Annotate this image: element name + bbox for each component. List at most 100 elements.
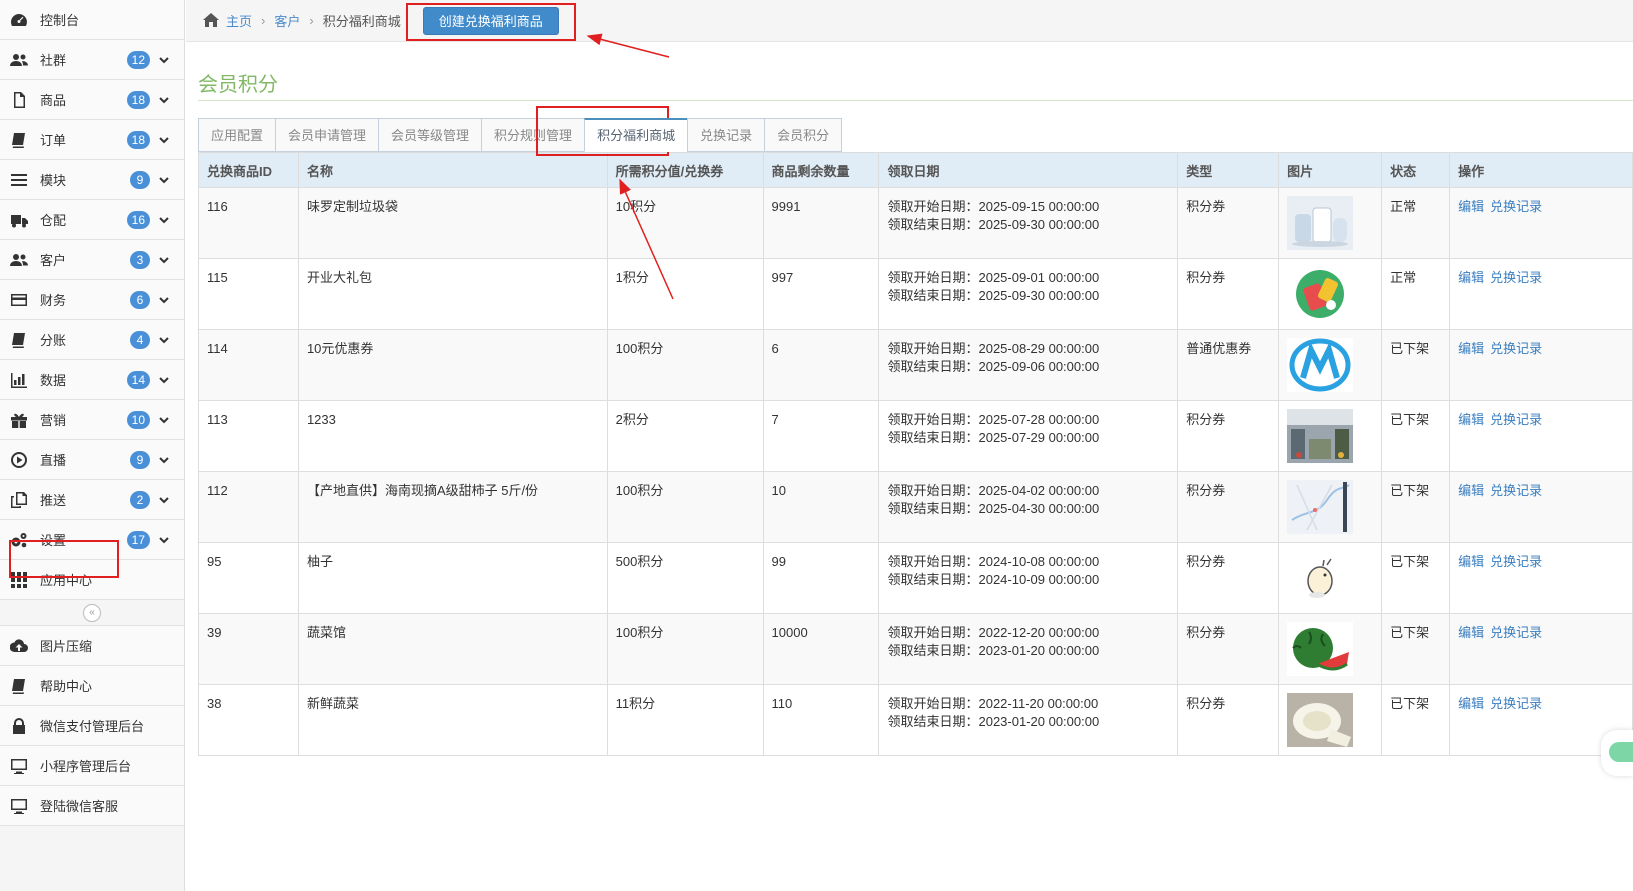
exchange-records-link[interactable]: 兑换记录 <box>1490 270 1542 285</box>
cell-dates: 领取开始日期：2025-09-01 00:00:00 领取结束日期：2025-09… <box>878 258 1179 330</box>
sidebar-item-extra-3[interactable]: 小程序管理后台 <box>0 746 184 786</box>
required-points: 10积分 <box>615 199 657 214</box>
sidebar-item-extra-2[interactable]: 微信支付管理后台 <box>0 706 184 746</box>
edit-link[interactable]: 编辑 <box>1458 341 1484 356</box>
column-header: 操作 <box>1449 152 1633 188</box>
sidebar-item-3[interactable]: 订单 18 <box>0 120 184 160</box>
truck-icon <box>8 211 30 229</box>
sidebar-item-7[interactable]: 财务 6 <box>0 280 184 320</box>
page-title: 会员积分 <box>198 74 278 96</box>
tab-4[interactable]: 积分福利商城 <box>584 118 688 152</box>
cell-actions: 编辑 兑换记录 <box>1449 258 1633 330</box>
product-type: 积分券 <box>1186 270 1226 285</box>
tab-5[interactable]: 兑换记录 <box>687 118 765 152</box>
cell-actions: 编辑 兑换记录 <box>1449 542 1633 614</box>
cell-type: 积分券 <box>1177 400 1280 472</box>
product-name: 味罗定制垃圾袋 <box>306 199 398 214</box>
sidebar-item-label: 帮助中心 <box>40 679 93 694</box>
exchange-records-link[interactable]: 兑换记录 <box>1490 199 1542 214</box>
sidebar-item-10[interactable]: 营销 10 <box>0 400 184 440</box>
tab-3[interactable]: 积分规则管理 <box>481 118 585 152</box>
edit-link[interactable]: 编辑 <box>1458 625 1484 640</box>
sidebar-item-6[interactable]: 客户 3 <box>0 240 184 280</box>
remaining-stock: 6 <box>771 341 779 356</box>
claim-end-date: 领取结束日期：2025-04-30 00:00:00 <box>887 501 1100 516</box>
sidebar-item-5[interactable]: 仓配 16 <box>0 200 184 240</box>
required-points: 11积分 <box>615 696 656 711</box>
cell-type: 积分券 <box>1177 613 1280 685</box>
count-badge: 6 <box>130 290 150 309</box>
product-type: 积分券 <box>1186 696 1226 711</box>
claim-end-date: 领取结束日期：2024-10-09 00:00:00 <box>887 572 1100 587</box>
cell-dates: 领取开始日期：2025-09-15 00:00:00 领取结束日期：2025-09… <box>878 187 1179 259</box>
cell-status: 已下架 <box>1381 542 1451 614</box>
count-badge: 18 <box>126 90 150 109</box>
exchange-records-link[interactable]: 兑换记录 <box>1490 625 1542 640</box>
floating-service-avatar[interactable] <box>1601 730 1633 776</box>
claim-start-date: 领取开始日期：2025-09-01 00:00:00 <box>887 270 1100 285</box>
exchange-records-link[interactable]: 兑换记录 <box>1490 696 1542 711</box>
count-badge: 10 <box>126 410 150 429</box>
chevron-down-icon <box>156 412 172 428</box>
sidebar-item-14[interactable]: 应用中心 <box>0 560 184 600</box>
product-table: 兑换商品ID 名称 所需积分值/兑换券 商品剩余数量 领取日期 类型 图片 状态 操作 116 味… <box>198 152 1633 756</box>
cell-status: 已下架 <box>1381 684 1451 756</box>
sidebar-item-13[interactable]: 设置 17 <box>0 520 184 560</box>
sidebar-item-extra-1[interactable]: 帮助中心 <box>0 666 184 706</box>
product-type: 普通优惠券 <box>1186 341 1252 356</box>
count-badge: 14 <box>126 370 150 389</box>
chevron-down-icon <box>156 252 172 268</box>
cell-name: 味罗定制垃圾袋 <box>297 187 608 259</box>
tab-0[interactable]: 应用配置 <box>198 118 276 152</box>
sidebar-item-extra-0[interactable]: 图片压缩 <box>0 626 184 666</box>
sidebar-item-1[interactable]: 社群 12 <box>0 40 184 80</box>
edit-link[interactable]: 编辑 <box>1458 696 1484 711</box>
sidebar-item-8[interactable]: 分账 4 <box>0 320 184 360</box>
breadcrumb-customer-link[interactable]: 客户 <box>274 11 300 30</box>
cell-stock: 110 <box>762 684 880 756</box>
sidebar-item-extra-4[interactable]: 登陆微信客服 <box>0 786 184 826</box>
edit-link[interactable]: 编辑 <box>1458 199 1484 214</box>
chevron-down-icon <box>156 492 172 508</box>
sidebar-item-label: 登陆微信客服 <box>40 799 119 814</box>
cell-points: 100积分 <box>606 471 764 543</box>
exchange-records-link[interactable]: 兑换记录 <box>1490 341 1542 356</box>
exchange-records-link[interactable]: 兑换记录 <box>1490 412 1542 427</box>
tab-6[interactable]: 会员积分 <box>764 118 843 152</box>
edit-link[interactable]: 编辑 <box>1458 270 1484 285</box>
edit-link[interactable]: 编辑 <box>1458 412 1484 427</box>
product-type: 积分券 <box>1186 483 1226 498</box>
sidebar-item-12[interactable]: 推送 2 <box>0 480 184 520</box>
claim-start-date: 领取开始日期：2025-09-15 00:00:00 <box>887 199 1100 214</box>
product-type: 积分券 <box>1186 199 1226 214</box>
cell-image <box>1278 613 1383 685</box>
sidebar-item-4[interactable]: 模块 9 <box>0 160 184 200</box>
exchange-records-link[interactable]: 兑换记录 <box>1490 554 1542 569</box>
grid-icon <box>8 571 30 589</box>
cell-id: 116 <box>198 187 299 259</box>
cell-points: 11积分 <box>606 684 764 756</box>
cell-type: 积分券 <box>1177 542 1280 614</box>
claim-start-date: 领取开始日期：2025-07-28 00:00:00 <box>887 412 1100 427</box>
cell-stock: 7 <box>762 400 880 472</box>
sidebar-item-11[interactable]: 直播 9 <box>0 440 184 480</box>
sidebar-item-2[interactable]: 商品 18 <box>0 80 184 120</box>
status-label: 已下架 <box>1390 696 1430 711</box>
sidebar: 控制台 社群 12 商品 18 订单 18 模块 9 仓配 16 客户 3 财务 6 分账 4 数据 14 营销 10 直… <box>0 0 185 891</box>
sidebar-collapse-button[interactable]: « <box>83 603 101 622</box>
breadcrumb-home-link[interactable]: 主页 <box>226 11 252 30</box>
edit-link[interactable]: 编辑 <box>1458 483 1484 498</box>
sidebar-item-9[interactable]: 数据 14 <box>0 360 184 400</box>
claim-start-date: 领取开始日期：2022-11-20 00:00:00 <box>887 696 1099 711</box>
main-content: 主页 › 客户 › 积分福利商城 创建兑换福利商品 会员积分 应用配置 会员申请管… <box>186 0 1633 891</box>
exchange-records-link[interactable]: 兑换记录 <box>1490 483 1542 498</box>
edit-link[interactable]: 编辑 <box>1458 554 1484 569</box>
tab-2[interactable]: 会员等级管理 <box>378 118 482 152</box>
cell-dates: 领取开始日期：2025-08-29 00:00:00 领取结束日期：2025-09… <box>878 329 1179 401</box>
title-divider <box>198 100 1633 101</box>
table-row: 114 10元优惠券 100积分 6 领取开始日期：2025-08-29 00:00:0… <box>198 329 1633 401</box>
claim-end-date: 领取结束日期：2025-09-30 00:00:00 <box>887 217 1100 232</box>
tab-1[interactable]: 会员申请管理 <box>275 118 379 152</box>
sidebar-item-0[interactable]: 控制台 <box>0 0 184 40</box>
create-exchange-product-button[interactable]: 创建兑换福利商品 <box>422 6 559 35</box>
